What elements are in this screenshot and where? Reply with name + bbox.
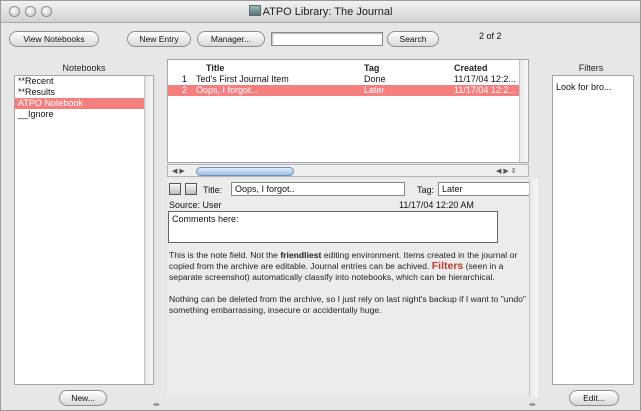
- copy-icon[interactable]: [185, 183, 197, 195]
- window-title: ATPO Library: The Journal: [1, 5, 640, 18]
- archive-icon[interactable]: [169, 183, 181, 195]
- app-window: ATPO Library: The Journal View Notebooks…: [0, 0, 641, 411]
- filters-highlight: Filters: [431, 260, 464, 272]
- search-input[interactable]: [271, 32, 383, 46]
- edit-filter-button[interactable]: Edit...: [569, 390, 619, 406]
- view-notebooks-button[interactable]: View Notebooks: [9, 31, 99, 47]
- notebooks-list[interactable]: **Recent **Results ATPO Notebook __Ignor…: [14, 75, 154, 385]
- tag-label: Tag:: [417, 185, 435, 195]
- note-paragraph-2: Nothing can be deleted from the archive,…: [169, 294, 526, 315]
- row-number: 2: [182, 85, 188, 95]
- entries-table[interactable]: Title Tag Created 1 Ted's First Journal …: [167, 59, 529, 163]
- row-created: 11/17/04 12:2...: [454, 74, 516, 84]
- table-row-selected[interactable]: 2 Oops, I forgot... Later 11/17/04 12:2.…: [168, 85, 528, 96]
- title-bar: ATPO Library: The Journal: [1, 1, 640, 23]
- notebook-item-ignore[interactable]: __Ignore: [15, 109, 153, 120]
- comments-field[interactable]: Comments here:: [168, 211, 498, 243]
- splitter-handle-left[interactable]: ⇹: [153, 400, 160, 409]
- library-icon: [248, 5, 261, 16]
- tag-field[interactable]: Later: [438, 182, 538, 196]
- filters-header: Filters: [578, 63, 604, 73]
- entry-counter: 2 of 2: [479, 31, 502, 41]
- row-number: 1: [182, 74, 188, 84]
- title-field[interactable]: Oops, I forgot..: [231, 182, 405, 196]
- new-entry-button[interactable]: New Entry: [127, 31, 191, 47]
- table-row[interactable]: 1 Ted's First Journal Item Done 11/17/04…: [168, 74, 528, 85]
- notebooks-header: Notebooks: [62, 63, 106, 73]
- notebooks-scrollbar[interactable]: [144, 76, 153, 384]
- note-field[interactable]: This is the note field. Not the friendli…: [169, 250, 529, 327]
- column-header-tag[interactable]: Tag: [364, 63, 379, 73]
- manager-button[interactable]: Manager...: [197, 31, 265, 47]
- notebook-item-atpo[interactable]: ATPO Notebook: [15, 98, 153, 109]
- filters-list[interactable]: Look for bro...: [552, 75, 634, 385]
- new-notebook-button[interactable]: New...: [59, 390, 107, 406]
- splitter-handle-right[interactable]: ⇹: [529, 400, 536, 409]
- row-tag: Done: [364, 74, 386, 84]
- row-title: Ted's First Journal Item: [196, 74, 289, 84]
- title-label: Title:: [203, 185, 223, 195]
- entries-scrollbar[interactable]: [519, 60, 528, 162]
- created-timestamp: 11/17/04 12:20 AM: [399, 200, 474, 210]
- note-scrollbar[interactable]: [529, 179, 538, 397]
- entries-horizontal-scrollbar[interactable]: ◀ ▶ ◀ ▶ ⇕: [167, 164, 529, 177]
- source-label: Source: User: [169, 200, 222, 210]
- row-tag: Later: [364, 85, 385, 95]
- notebook-item-results[interactable]: **Results: [15, 87, 153, 98]
- column-header-created[interactable]: Created: [454, 63, 488, 73]
- column-header-title[interactable]: Title: [206, 63, 224, 73]
- scroll-thumb[interactable]: [196, 167, 294, 176]
- search-button[interactable]: Search: [387, 31, 439, 47]
- filter-item[interactable]: Look for bro...: [553, 82, 633, 93]
- notebook-item-recent[interactable]: **Recent: [15, 76, 153, 87]
- scroll-arrows-icon[interactable]: ◀ ▶ ⇕: [496, 167, 517, 175]
- row-title: Oops, I forgot...: [196, 85, 259, 95]
- scroll-left-arrow-icon[interactable]: ◀ ▶: [172, 167, 185, 175]
- row-created: 11/17/04 12:2...: [454, 85, 516, 95]
